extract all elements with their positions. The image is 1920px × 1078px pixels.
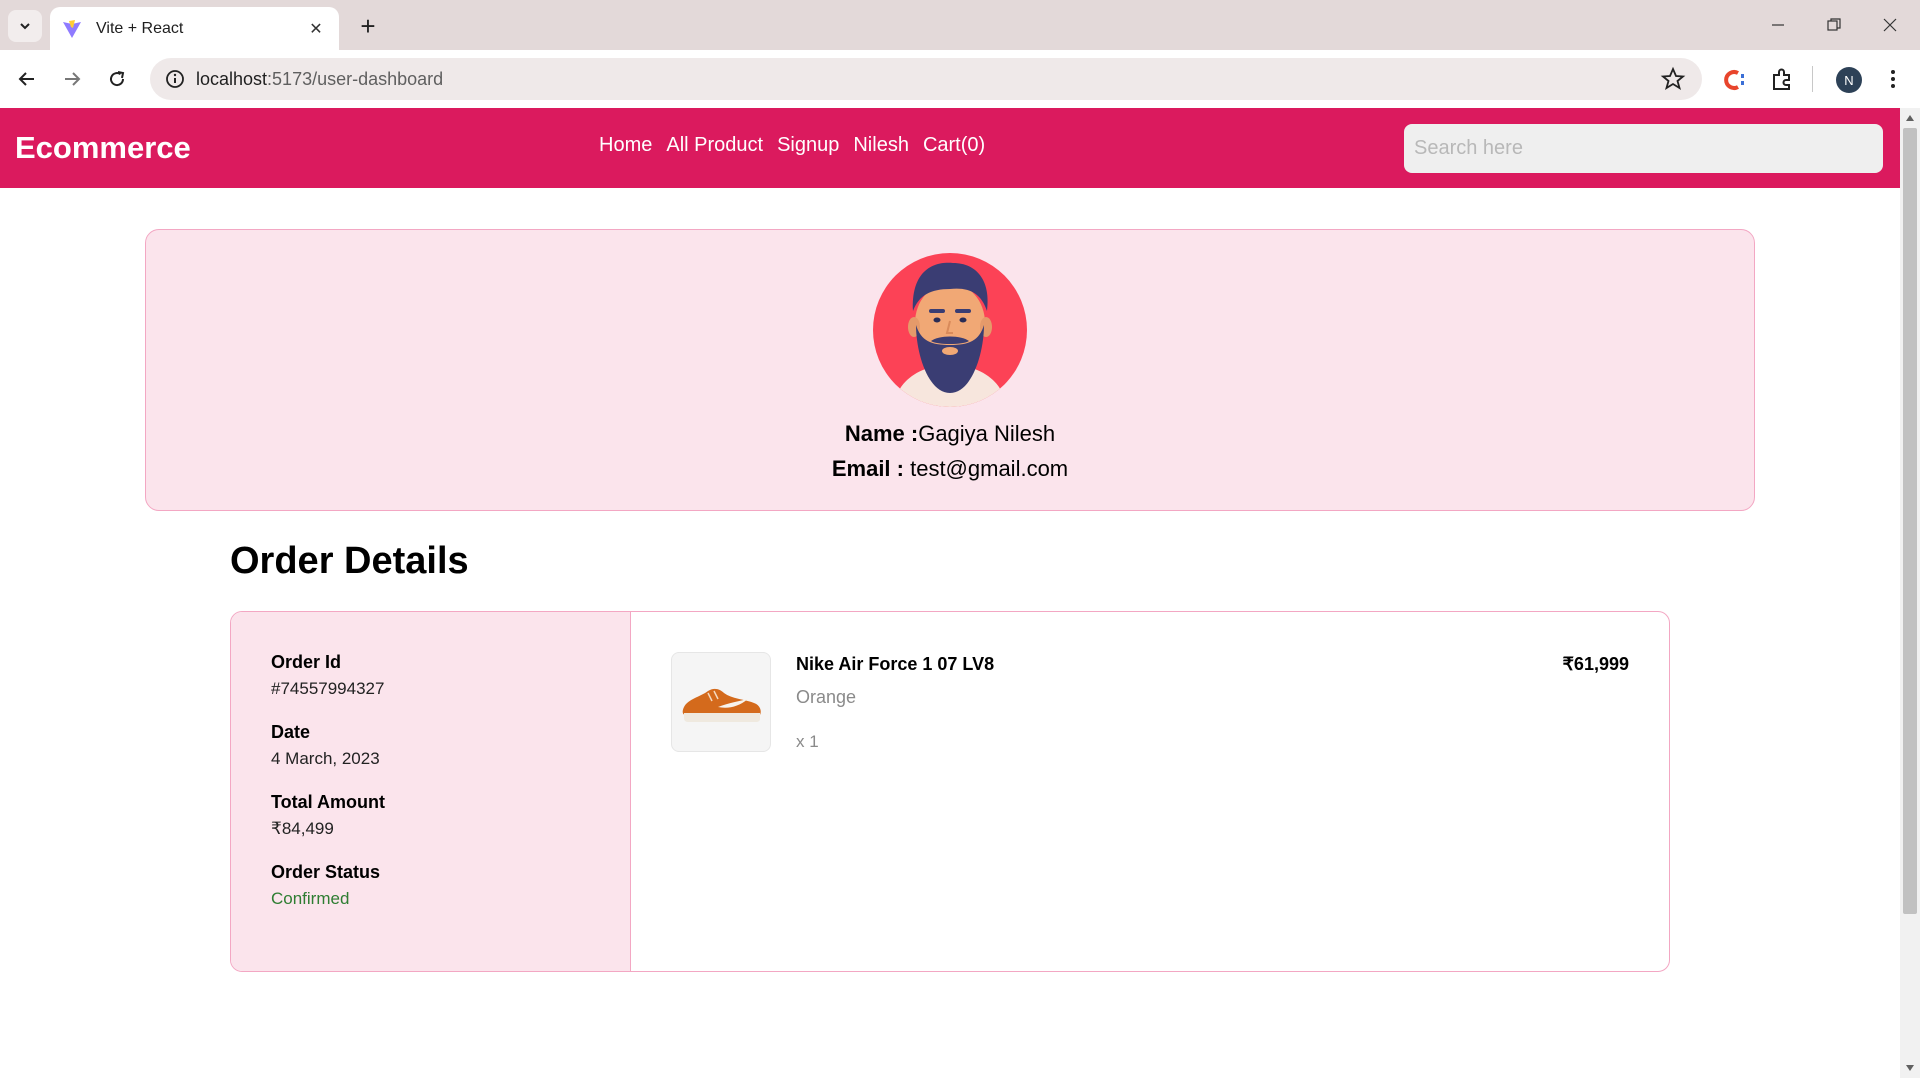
nav-user-link[interactable]: Nilesh [853, 134, 909, 157]
nav-cart-link[interactable]: Cart(0) [923, 134, 985, 157]
arrow-right-icon [65, 72, 81, 86]
name-value: Gagiya Nilesh [918, 421, 1056, 446]
minimize-icon [1772, 24, 1784, 26]
close-icon [1883, 18, 1897, 32]
order-id-value: #74557994327 [271, 679, 385, 698]
site-navbar: Ecommerce Home All Product Signup Nilesh… [0, 108, 1900, 188]
scrollbar-thumb[interactable] [1903, 128, 1917, 914]
extensions-puzzle-icon[interactable] [1768, 66, 1796, 94]
nav-links: Home All Product Signup Nilesh Cart(0) [599, 134, 985, 157]
scroll-up-arrow[interactable] [1900, 110, 1920, 126]
product-price: ₹61,999 [1562, 654, 1629, 674]
sneaker-image [682, 688, 761, 722]
order-status-block: Order Status Confirmed [271, 862, 380, 909]
profile-name-line: Name :Gagiya Nilesh [146, 421, 1754, 447]
restore-icon [1827, 18, 1841, 31]
order-status-label: Order Status [271, 862, 381, 882]
total-amount-label: Total Amount [271, 792, 385, 812]
order-id-label: Order Id [271, 652, 342, 672]
browser-tab-active[interactable]: Vite + React ✕ [50, 7, 339, 50]
tab-title: Vite + React [96, 19, 184, 37]
nav-all-product-link[interactable]: All Product [666, 134, 763, 157]
minimize-button[interactable] [1750, 0, 1806, 50]
user-profile-card: Name :Gagiya Nilesh Email : test@gmail.c… [145, 229, 1755, 511]
product-name[interactable]: Nike Air Force 1 07 LV8 [796, 654, 994, 675]
name-label: Name : [844, 421, 919, 446]
order-status-value: Confirmed [271, 889, 350, 908]
bookmark-star-icon[interactable] [1660, 66, 1686, 92]
triangle-down-icon [1906, 1065, 1914, 1071]
triangle-up-icon [1906, 115, 1914, 121]
close-window-button[interactable] [1862, 0, 1918, 50]
forward-button[interactable] [55, 62, 89, 96]
order-date-label: Date [271, 722, 311, 742]
new-tab-button[interactable]: + [352, 10, 384, 42]
search-input[interactable] [1404, 124, 1883, 173]
tab-close-icon[interactable]: ✕ [305, 18, 327, 40]
site-info-icon[interactable] [164, 68, 186, 90]
order-details-heading: Order Details [230, 540, 469, 582]
url-path: :5173/user-dashboard [267, 68, 444, 89]
scroll-down-arrow[interactable] [1900, 1060, 1920, 1076]
page-scrollbar[interactable] [1900, 108, 1920, 1078]
extension-c-icon[interactable] [1722, 66, 1750, 94]
kebab-menu-icon [1891, 70, 1895, 88]
order-card: Order Id #74557994327 Date 4 March, 2023… [230, 611, 1670, 972]
order-id-block: Order Id #74557994327 [271, 652, 384, 699]
toolbar-divider [1812, 66, 1813, 92]
vite-logo-icon [63, 19, 81, 38]
back-button[interactable] [10, 62, 44, 96]
page-viewport: Ecommerce Home All Product Signup Nilesh… [0, 108, 1900, 1078]
email-value: test@gmail.com [910, 456, 1069, 481]
total-amount-value: ₹84,499 [271, 819, 334, 838]
arrow-left-icon [18, 72, 34, 86]
tab-search-button[interactable] [8, 10, 42, 42]
chevron-down-icon [20, 23, 30, 30]
profile-avatar[interactable]: N [1836, 67, 1862, 93]
order-date-value: 4 March, 2023 [271, 749, 380, 768]
email-label: Email : [831, 456, 911, 481]
product-thumbnail[interactable] [671, 652, 771, 752]
reload-button[interactable] [100, 62, 134, 96]
order-date-block: Date 4 March, 2023 [271, 722, 380, 769]
restore-button[interactable] [1806, 0, 1862, 50]
nav-signup-link[interactable]: Signup [777, 134, 839, 157]
browser-tabstrip: Vite + React ✕ + [0, 0, 1920, 50]
order-meta-panel: Order Id #74557994327 Date 4 March, 2023… [231, 612, 631, 971]
product-color: Orange [796, 687, 857, 707]
profile-email-line: Email : test@gmail.com [146, 456, 1754, 482]
product-quantity: x 1 [796, 732, 819, 751]
site-brand[interactable]: Ecommerce [15, 130, 191, 166]
browser-menu-button[interactable] [1880, 66, 1906, 92]
url-host: localhost [196, 68, 268, 89]
nav-home-link[interactable]: Home [599, 134, 652, 157]
address-bar[interactable]: localhost:5173/user-dashboard [150, 58, 1702, 100]
total-amount-block: Total Amount ₹84,499 [271, 792, 385, 839]
reload-icon [110, 71, 125, 87]
user-avatar-illustration [873, 253, 1027, 407]
